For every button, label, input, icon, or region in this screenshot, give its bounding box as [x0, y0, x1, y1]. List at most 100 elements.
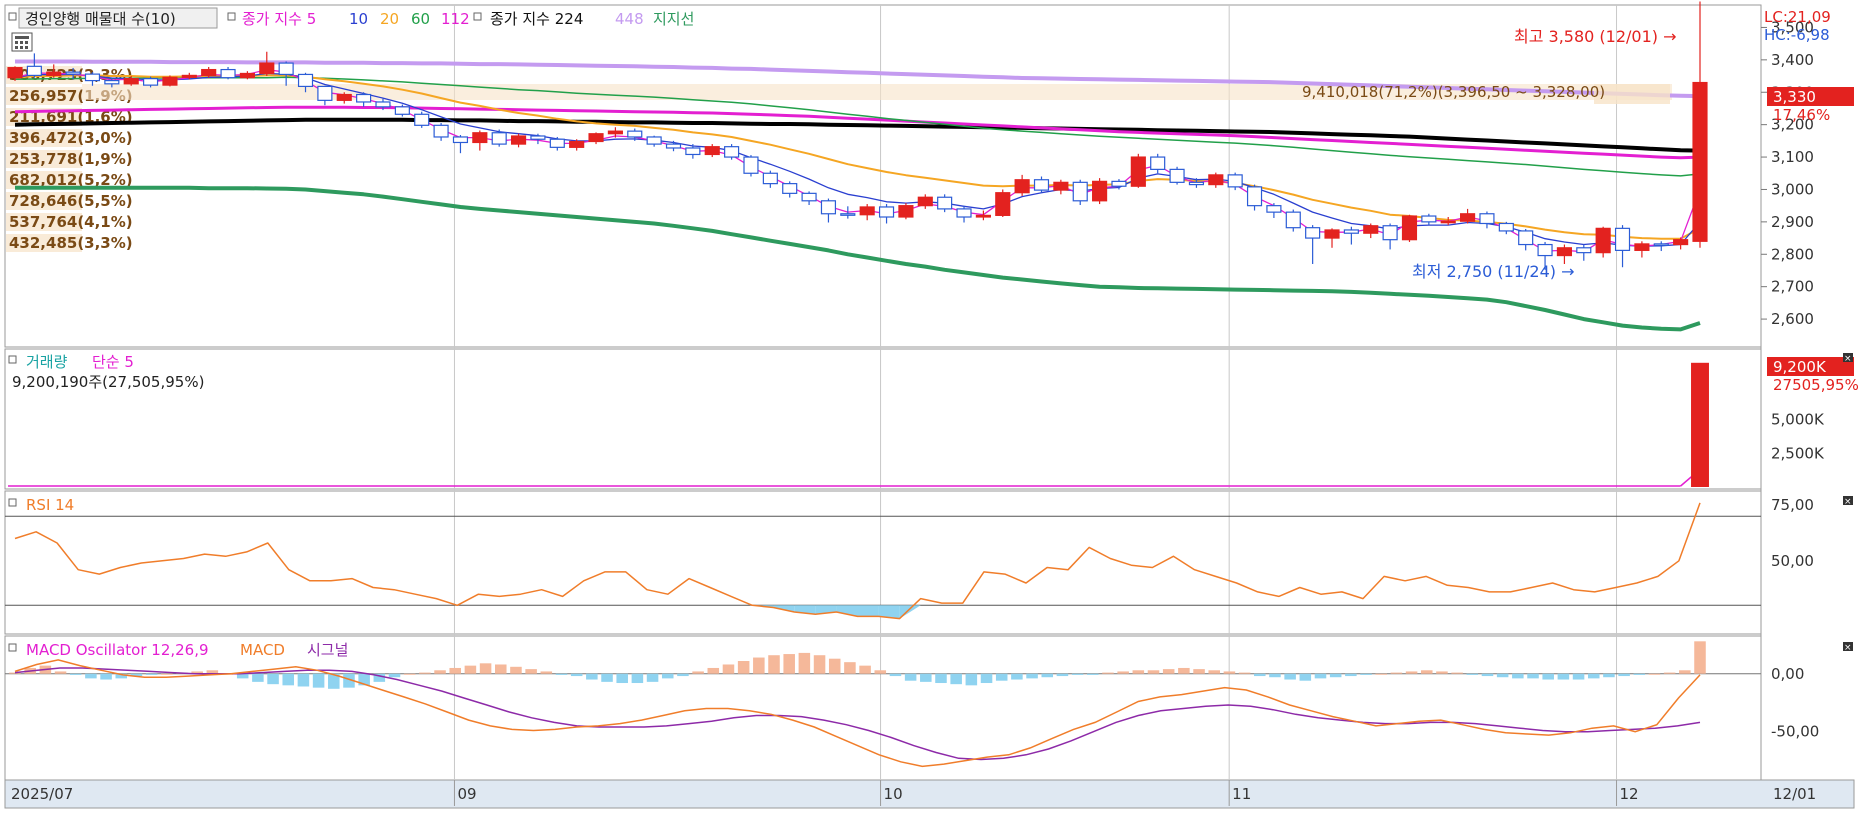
volume-profile-box: 9,410,018(71,2%)(3,396,50 ~ 3,328,00): [1302, 83, 1605, 101]
candle-body: [1208, 174, 1224, 186]
candle-body: [588, 133, 604, 143]
macd-osc-bar: [540, 671, 553, 674]
calculator-icon[interactable]: [11, 32, 33, 52]
legend-ma5[interactable]: 종가 지수 5: [242, 10, 316, 28]
close-icon[interactable]: ×: [1843, 496, 1853, 507]
candle-body: [1130, 156, 1146, 187]
price-tick-label: 2,600: [1771, 310, 1814, 328]
candle-body: [840, 213, 856, 216]
macd-osc-bar: [1026, 673, 1038, 679]
macd-osc-bar: [1360, 673, 1372, 675]
macd-osc-bar: [904, 673, 917, 681]
candle-body: [975, 214, 991, 218]
macd-osc-bar: [1618, 673, 1630, 677]
candle-body: [549, 138, 565, 148]
legend-macd-osc[interactable]: MACD Oscillator 12,26,9: [26, 641, 209, 659]
legend-ma224[interactable]: 종가 지수 224: [490, 10, 583, 28]
macd-osc-bar: [1269, 673, 1281, 678]
candle-body: [26, 65, 42, 76]
macd-osc-bar: [965, 673, 978, 686]
candle-body: [1382, 225, 1398, 241]
macd-osc-bar: [1147, 670, 1160, 674]
macd-osc-bar: [419, 672, 431, 674]
close-icon[interactable]: ×: [1843, 642, 1853, 653]
legend-ma448[interactable]: 448: [615, 10, 644, 28]
legend-macd[interactable]: MACD: [240, 641, 285, 659]
candle-body: [123, 78, 139, 85]
candle-body: [1498, 222, 1514, 232]
candle-body: [665, 143, 682, 149]
chart-canvas[interactable]: 306,723(2,3%)256,957(1,9%)211,691(1,6%)3…: [0, 0, 1858, 811]
macd-osc-bar: [1117, 671, 1129, 674]
candle-body: [1285, 211, 1301, 229]
x-axis-bar: [4, 779, 1855, 809]
candle-body: [878, 206, 895, 218]
x-tick-label: 12: [1620, 785, 1639, 803]
macd-osc-bar: [479, 663, 492, 674]
macd-osc-bar: [1162, 669, 1175, 674]
macd-osc-bar: [510, 666, 522, 674]
candle-body: [569, 140, 585, 148]
candle-body: [1401, 215, 1418, 241]
legend-signal[interactable]: 시그널: [307, 641, 348, 659]
legend-rsi[interactable]: RSI 14: [26, 496, 74, 514]
macd-osc-bar: [920, 673, 932, 682]
close-icon[interactable]: ×: [1843, 353, 1853, 364]
legend-ma60[interactable]: 60: [411, 10, 430, 28]
legend-ma10[interactable]: 10: [349, 10, 368, 28]
macd-osc-bar: [1436, 671, 1448, 674]
macd-osc-bar: [1178, 667, 1190, 674]
macd-osc-bar: [1496, 673, 1509, 678]
volume-bar: [1691, 362, 1709, 487]
macd-osc-bar: [464, 665, 477, 674]
legend-volume[interactable]: 거래량: [26, 353, 68, 371]
candle-body: [1576, 247, 1592, 254]
candle-body: [1692, 81, 1708, 242]
candle-body: [7, 67, 23, 79]
macd-osc-bar: [616, 673, 628, 684]
svg-text:×: ×: [1844, 497, 1852, 507]
macd-osc-bar: [555, 673, 568, 675]
volume-last-label: 9,200K: [1773, 358, 1827, 376]
macd-osc-bar: [525, 669, 537, 674]
macd-osc-bar: [1314, 673, 1327, 679]
legend-support[interactable]: 지지선: [653, 10, 694, 28]
price-tick-label: 2,700: [1771, 278, 1814, 296]
macd-osc-bar: [1542, 673, 1554, 680]
lc-label: LC:21,09: [1764, 8, 1831, 26]
legend-volume-ma[interactable]: 단순 5: [92, 353, 134, 371]
macd-osc-bar: [161, 673, 173, 675]
macd-osc-bar: [768, 655, 780, 674]
macd-osc-bar: [69, 673, 82, 675]
rsi-tick-label: 50,00: [1771, 552, 1814, 570]
macd-osc-bar: [1390, 672, 1403, 674]
macd-osc-bar: [1512, 673, 1524, 679]
volume-profile-label: 253,778(1,9%): [9, 150, 133, 168]
macd-osc-bar: [1011, 673, 1023, 680]
candle-body: [394, 106, 410, 115]
candle-body: [762, 172, 778, 185]
macd-osc-bar: [783, 654, 795, 674]
candle-body: [1246, 186, 1263, 207]
candle-body: [1111, 180, 1127, 187]
macd-osc-bar: [1345, 673, 1357, 677]
candle-body: [1363, 225, 1379, 234]
candle-body: [1150, 156, 1166, 170]
candle-body: [820, 200, 837, 215]
legend-ma112[interactable]: 112: [441, 10, 470, 28]
high-annotation: 최고 3,580 (12/01) →: [1514, 27, 1677, 46]
macd-osc-bar: [661, 673, 674, 679]
macd-osc-bar: [1466, 673, 1479, 675]
macd-osc-bar: [995, 673, 1008, 681]
legend-ma20[interactable]: 20: [380, 10, 399, 28]
hc-label: HC:-6,98: [1764, 26, 1830, 44]
macd-osc-bar: [889, 673, 902, 677]
candle-body: [1537, 243, 1553, 257]
macd-osc-bar: [85, 673, 97, 679]
candle-body: [143, 78, 159, 86]
macd-osc-bar: [1679, 670, 1691, 674]
macd-osc-bar: [434, 670, 446, 674]
x-tick-label: 12/01: [1773, 785, 1816, 803]
candle-body: [1595, 227, 1611, 254]
stock-title[interactable]: 경인양행 매물대 수(10): [25, 10, 176, 28]
